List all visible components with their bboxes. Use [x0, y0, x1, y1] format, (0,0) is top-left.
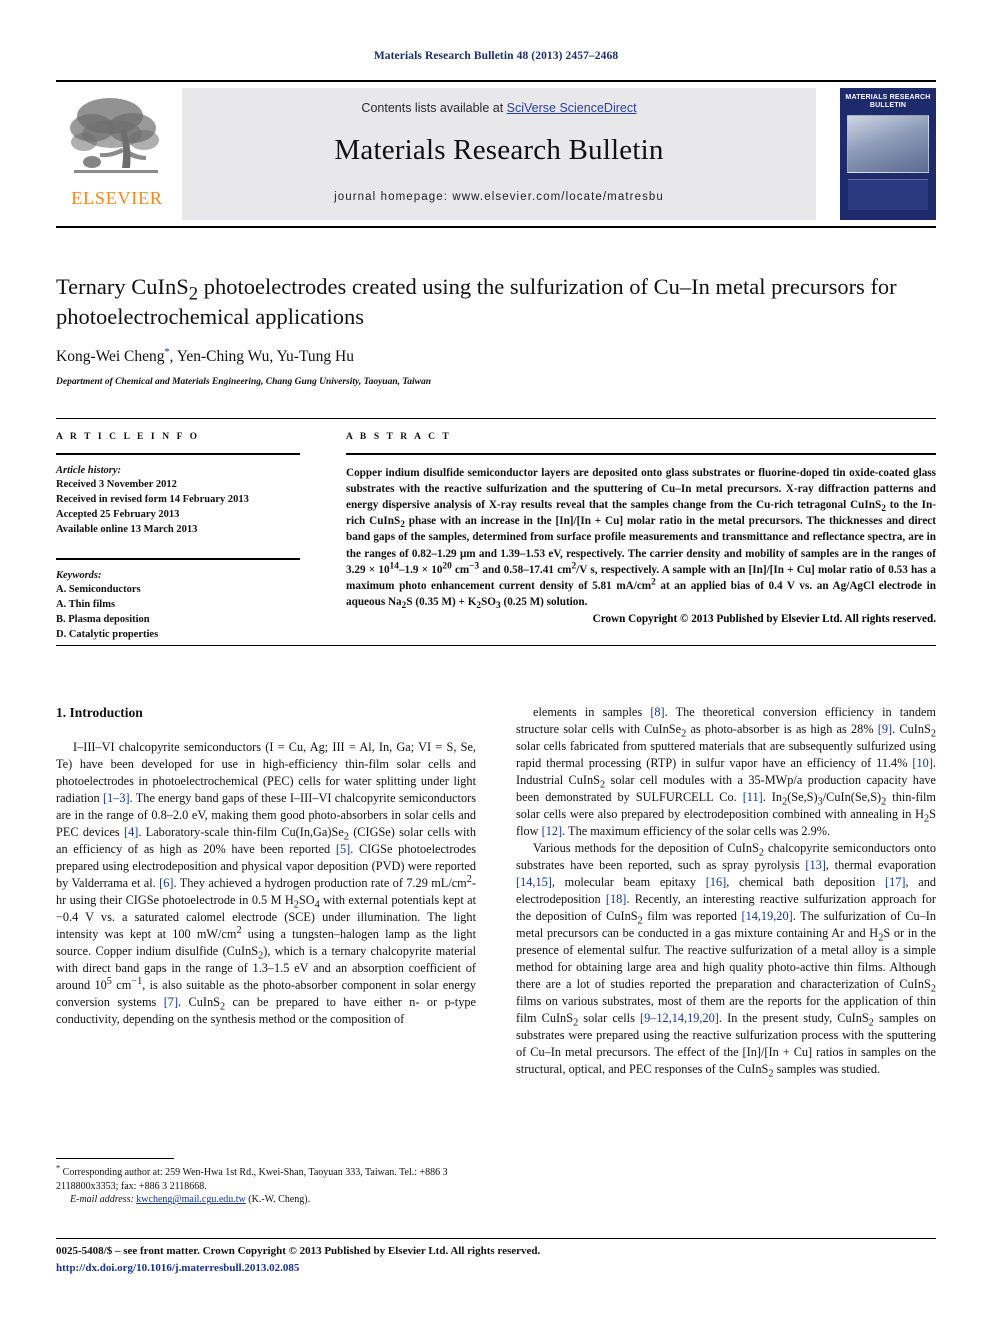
journal-masthead: ELSEVIER Contents lists available at Sci…: [56, 80, 936, 228]
elsevier-logo: ELSEVIER: [60, 88, 174, 220]
article-info-column: A R T I C L E I N F O Article history: R…: [56, 432, 300, 643]
intro-paragraph-left: I–III–VI chalcopyrite semiconductors (I …: [56, 739, 476, 1026]
info-section-top-rule: [56, 418, 936, 419]
cover-artwork: [847, 115, 929, 174]
author-affiliation: Department of Chemical and Materials Eng…: [56, 377, 432, 387]
history-item: Received 3 November 2012: [56, 479, 177, 491]
journal-title: Materials Research Bulletin: [334, 134, 664, 166]
footnote-marker: *: [56, 1163, 61, 1173]
cover-footer-band: [848, 179, 928, 211]
masthead-top-rule: [56, 80, 936, 82]
footnote-rule: [56, 1158, 174, 1159]
keywords-block: Keywords: A. Semiconductors A. Thin film…: [56, 569, 300, 644]
elsevier-tree-icon: [66, 90, 168, 186]
journal-article-page: Materials Research Bulletin 48 (2013) 24…: [0, 0, 992, 1323]
history-item: Received in revised form 14 February 201…: [56, 494, 249, 506]
section-heading-introduction: 1. Introduction: [56, 705, 143, 720]
masthead-center-panel: Contents lists available at SciVerse Sci…: [182, 88, 816, 220]
abstract-rule: [346, 453, 936, 455]
keyword-item: A. Semiconductors: [56, 584, 141, 596]
article-info-rule: [56, 453, 300, 455]
contents-prefix: Contents lists available at: [361, 101, 507, 115]
running-head: Materials Research Bulletin 48 (2013) 24…: [373, 50, 619, 62]
keywords-label: Keywords:: [56, 569, 102, 581]
intro-paragraph-right-2: Various methods for the deposition of Cu…: [516, 841, 937, 1080]
footer-top-rule: [56, 1238, 936, 1239]
footer-imprint: 0025-5408/$ – see front matter. Crown Co…: [56, 1245, 541, 1257]
info-section-bottom-rule: [56, 645, 936, 646]
cover-title-text: MATERIALS RESEARCH BULLETIN: [845, 94, 931, 110]
email-address-label: E-mail address:: [70, 1194, 134, 1206]
intro-paragraph-right-1: elements in samples [8]. The theoretical…: [516, 705, 937, 839]
body-column-left: 1. Introduction I–III–VI chalcopyrite se…: [56, 704, 476, 1028]
abstract-copyright: Crown Copyright © 2013 Published by Else…: [592, 612, 936, 625]
abstract-heading: A B S T R A C T: [346, 432, 452, 442]
keyword-item: B. Plasma deposition: [56, 614, 150, 626]
author-corresponding: Kong-Wei Cheng: [56, 348, 165, 365]
email-address-link[interactable]: kwcheng@mail.cgu.edu.tw: [136, 1194, 245, 1205]
keywords-rule: [56, 558, 300, 560]
article-title: Ternary CuInS2 photoelectrodes created u…: [56, 272, 936, 331]
author-list-rest: , Yen-Ching Wu, Yu-Tung Hu: [169, 348, 354, 365]
footnote-address: Corresponding author at: 259 Wen-Hwa 1st…: [56, 1167, 448, 1192]
article-history-label: Article history:: [56, 464, 122, 476]
title-subscript: 2: [188, 283, 199, 305]
elsevier-wordmark: ELSEVIER: [71, 188, 163, 208]
corresponding-author-footnote: * Corresponding author at: 259 Wen-Hwa 1…: [56, 1158, 476, 1207]
sciencedirect-link[interactable]: SciVerse ScienceDirect: [507, 101, 637, 115]
email-owner: (K.-W. Cheng).: [248, 1194, 311, 1206]
journal-cover-thumbnail: MATERIALS RESEARCH BULLETIN: [840, 88, 936, 220]
masthead-bottom-rule: [56, 226, 936, 228]
keyword-item: A. Thin films: [56, 599, 116, 611]
contents-available-line: Contents lists available at SciVerse Sci…: [361, 101, 636, 115]
body-column-right: elements in samples [8]. The theoretical…: [516, 704, 937, 1080]
author-list: Kong-Wei Cheng*, Yen-Ching Wu, Yu-Tung H…: [56, 347, 936, 366]
article-history-block: Article history: Received 3 November 201…: [56, 464, 300, 539]
journal-homepage-link[interactable]: journal homepage: www.elsevier.com/locat…: [334, 191, 664, 203]
title-segment-1: Ternary CuInS: [56, 274, 189, 299]
abstract-text: Copper indium disulfide semiconductor la…: [346, 466, 936, 612]
abstract-column: A B S T R A C T Copper indium disulfide …: [346, 432, 936, 625]
footer-doi-link[interactable]: http://dx.doi.org/10.1016/j.materresbull…: [56, 1262, 936, 1274]
footnote-email-line: E-mail address: kwcheng@mail.cgu.edu.tw …: [56, 1193, 476, 1207]
keyword-item: D. Catalytic properties: [56, 629, 159, 641]
article-info-heading: A R T I C L E I N F O: [56, 432, 200, 442]
history-item: Accepted 25 February 2013: [56, 509, 180, 521]
footnote-corresponding-text: * Corresponding author at: 259 Wen-Hwa 1…: [56, 1163, 476, 1193]
history-item: Available online 13 March 2013: [56, 524, 198, 536]
